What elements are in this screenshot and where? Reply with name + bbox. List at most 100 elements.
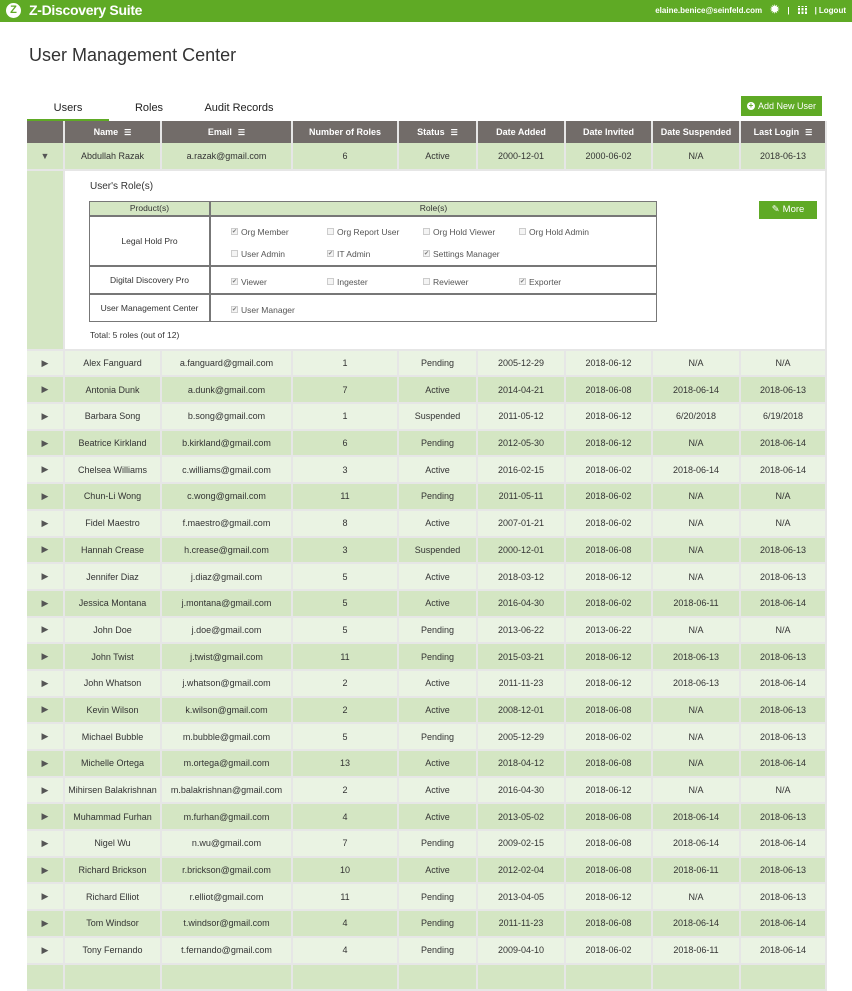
expand-row-icon[interactable]: ▶ [27, 776, 65, 805]
expand-row-icon[interactable]: ▶ [27, 563, 65, 591]
cell-status: Pending [398, 830, 478, 858]
expand-row-icon[interactable]: ▶ [27, 643, 65, 671]
cell-date-added: 2016-04-30 [477, 776, 566, 805]
cell-number-of-roles: 5 [292, 723, 399, 751]
checkbox-checked-icon[interactable]: ✔ [423, 250, 430, 258]
apps-grid-icon[interactable] [797, 5, 807, 15]
expand-row-icon[interactable]: ▶ [27, 883, 65, 912]
role-label: Org Member [241, 226, 289, 237]
expand-row-icon[interactable]: ▶ [27, 616, 65, 645]
expand-row-icon[interactable]: ▶ [27, 429, 65, 458]
expand-row-icon[interactable]: ▶ [27, 376, 65, 405]
role-label: IT Admin [337, 248, 371, 259]
cell-date-suspended: 2018-06-14 [652, 456, 741, 485]
sort-icon[interactable]: ☰ [238, 128, 245, 137]
cell-date-invited: 2018-06-02 [565, 483, 653, 511]
cell-number-of-roles: 4 [292, 803, 399, 832]
add-new-user-button[interactable]: + Add New User [741, 96, 822, 116]
user-email[interactable]: elaine.benice@seinfeld.com [655, 6, 762, 15]
role-checkbox[interactable]: Reviewer [423, 271, 519, 293]
column-header-status[interactable]: Status ☰ [398, 121, 478, 143]
checkbox-unchecked-icon[interactable] [231, 250, 238, 258]
checkbox-unchecked-icon[interactable] [519, 228, 526, 236]
role-label: Reviewer [433, 276, 469, 287]
expand-row-icon[interactable]: ▶ [27, 669, 65, 698]
expand-row-icon[interactable]: ▶ [27, 803, 65, 832]
role-checkbox[interactable]: ✔ Viewer [231, 271, 327, 293]
tab-users[interactable]: Users [27, 100, 109, 123]
expand-row-icon[interactable]: ▶ [27, 403, 65, 431]
column-header-date-added[interactable]: Date Added [477, 121, 566, 143]
sort-icon[interactable]: ☰ [124, 128, 131, 137]
cell-last-login: 2018-06-14 [740, 910, 827, 938]
empty-cell [64, 963, 162, 991]
role-checkbox[interactable]: User Admin [231, 243, 327, 265]
expanded-row-content: User's Role(s) Product(s) Role(s) Legal Hol… [64, 169, 827, 351]
expand-row-icon[interactable]: ▶ [27, 589, 65, 618]
role-label: User Admin [241, 248, 285, 259]
cell-status: Active [398, 750, 478, 778]
role-checkbox[interactable]: ✔ IT Admin [327, 243, 423, 265]
gear-icon[interactable]: ✹ [770, 5, 779, 16]
cell-date-invited: 2018-06-08 [565, 910, 653, 938]
role-checkbox[interactable]: Org Hold Viewer [423, 221, 519, 243]
checkbox-unchecked-icon[interactable] [327, 228, 334, 236]
column-header-email[interactable]: Email ☰ [161, 121, 293, 143]
checkbox-checked-icon[interactable]: ✔ [231, 306, 238, 314]
expand-row-icon[interactable]: ▶ [27, 723, 65, 751]
expand-row-icon[interactable]: ▶ [27, 830, 65, 858]
cell-date-suspended: 2018-06-11 [652, 856, 741, 885]
checkbox-checked-icon[interactable]: ✔ [231, 228, 238, 236]
role-checkbox[interactable]: ✔ Settings Manager [423, 243, 519, 265]
role-checkbox[interactable]: Org Report User [327, 221, 423, 243]
cell-name: Tony Fernando [64, 936, 162, 965]
cell-number-of-roles: 4 [292, 910, 399, 938]
expand-row-icon[interactable]: ▶ [27, 349, 65, 378]
role-checkbox[interactable]: Ingester [327, 271, 423, 293]
sort-icon[interactable]: ☰ [805, 128, 812, 137]
cell-name: John Whatson [64, 669, 162, 698]
tab-audit-records[interactable]: Audit Records [189, 100, 289, 123]
sort-icon[interactable]: ☰ [451, 128, 458, 137]
role-checkbox[interactable]: ✔ Exporter [519, 271, 615, 293]
cell-email: m.balakrishnan@gmail.com [161, 776, 293, 805]
checkbox-checked-icon[interactable]: ✔ [231, 278, 238, 286]
cell-email: j.diaz@gmail.com [161, 563, 293, 591]
expand-row-icon[interactable]: ▶ [27, 936, 65, 965]
tab-roles[interactable]: Roles [109, 100, 189, 123]
role-checkbox[interactable]: ✔ Org Member [231, 221, 327, 243]
checkbox-unchecked-icon[interactable] [327, 278, 334, 286]
checkbox-unchecked-icon[interactable] [423, 228, 430, 236]
column-header-last-login[interactable]: Last Login ☰ [740, 121, 827, 143]
collapse-row-icon[interactable]: ▼ [27, 143, 65, 171]
checkbox-unchecked-icon[interactable] [423, 278, 430, 286]
logout-link[interactable]: Logout [819, 6, 846, 15]
role-checkbox[interactable]: Org Hold Admin [519, 221, 615, 243]
column-header-date-suspended[interactable]: Date Suspended [652, 121, 741, 143]
expand-row-icon[interactable]: ▶ [27, 910, 65, 938]
cell-number-of-roles: 7 [292, 376, 399, 405]
cell-date-invited: 2018-06-02 [565, 456, 653, 485]
checkbox-checked-icon[interactable]: ✔ [519, 278, 526, 286]
table-row: ▶ John Doe j.doe@gmail.com 5 Pending 2013-06-… [27, 616, 827, 645]
cell-number-of-roles: 2 [292, 696, 399, 725]
more-button[interactable]: ✎ More [759, 200, 817, 219]
users-table: Name ☰ Email ☰ Number of Roles Status ☰ Date Ad… [27, 121, 827, 991]
cell-date-invited: 2018-06-12 [565, 429, 653, 458]
brand-name: Z-Discovery Suite [29, 2, 143, 18]
column-header-date-invited[interactable]: Date Invited [565, 121, 653, 143]
checkbox-checked-icon[interactable]: ✔ [327, 250, 334, 258]
cell-status: Pending [398, 723, 478, 751]
column-header-number-of-roles[interactable]: Number of Roles [292, 121, 399, 143]
role-checkbox[interactable]: ✔ User Manager [231, 299, 327, 321]
expand-row-icon[interactable]: ▶ [27, 750, 65, 778]
expand-row-icon[interactable]: ▶ [27, 696, 65, 725]
expand-row-icon[interactable]: ▶ [27, 456, 65, 485]
expand-row-icon[interactable]: ▶ [27, 483, 65, 511]
column-header-name[interactable]: Name ☰ [64, 121, 162, 143]
expand-row-icon[interactable]: ▶ [27, 509, 65, 538]
expand-row-icon[interactable]: ▶ [27, 536, 65, 565]
product-name: User Management Center [90, 294, 211, 321]
expand-row-icon[interactable]: ▶ [27, 856, 65, 885]
cell-number-of-roles: 3 [292, 536, 399, 565]
